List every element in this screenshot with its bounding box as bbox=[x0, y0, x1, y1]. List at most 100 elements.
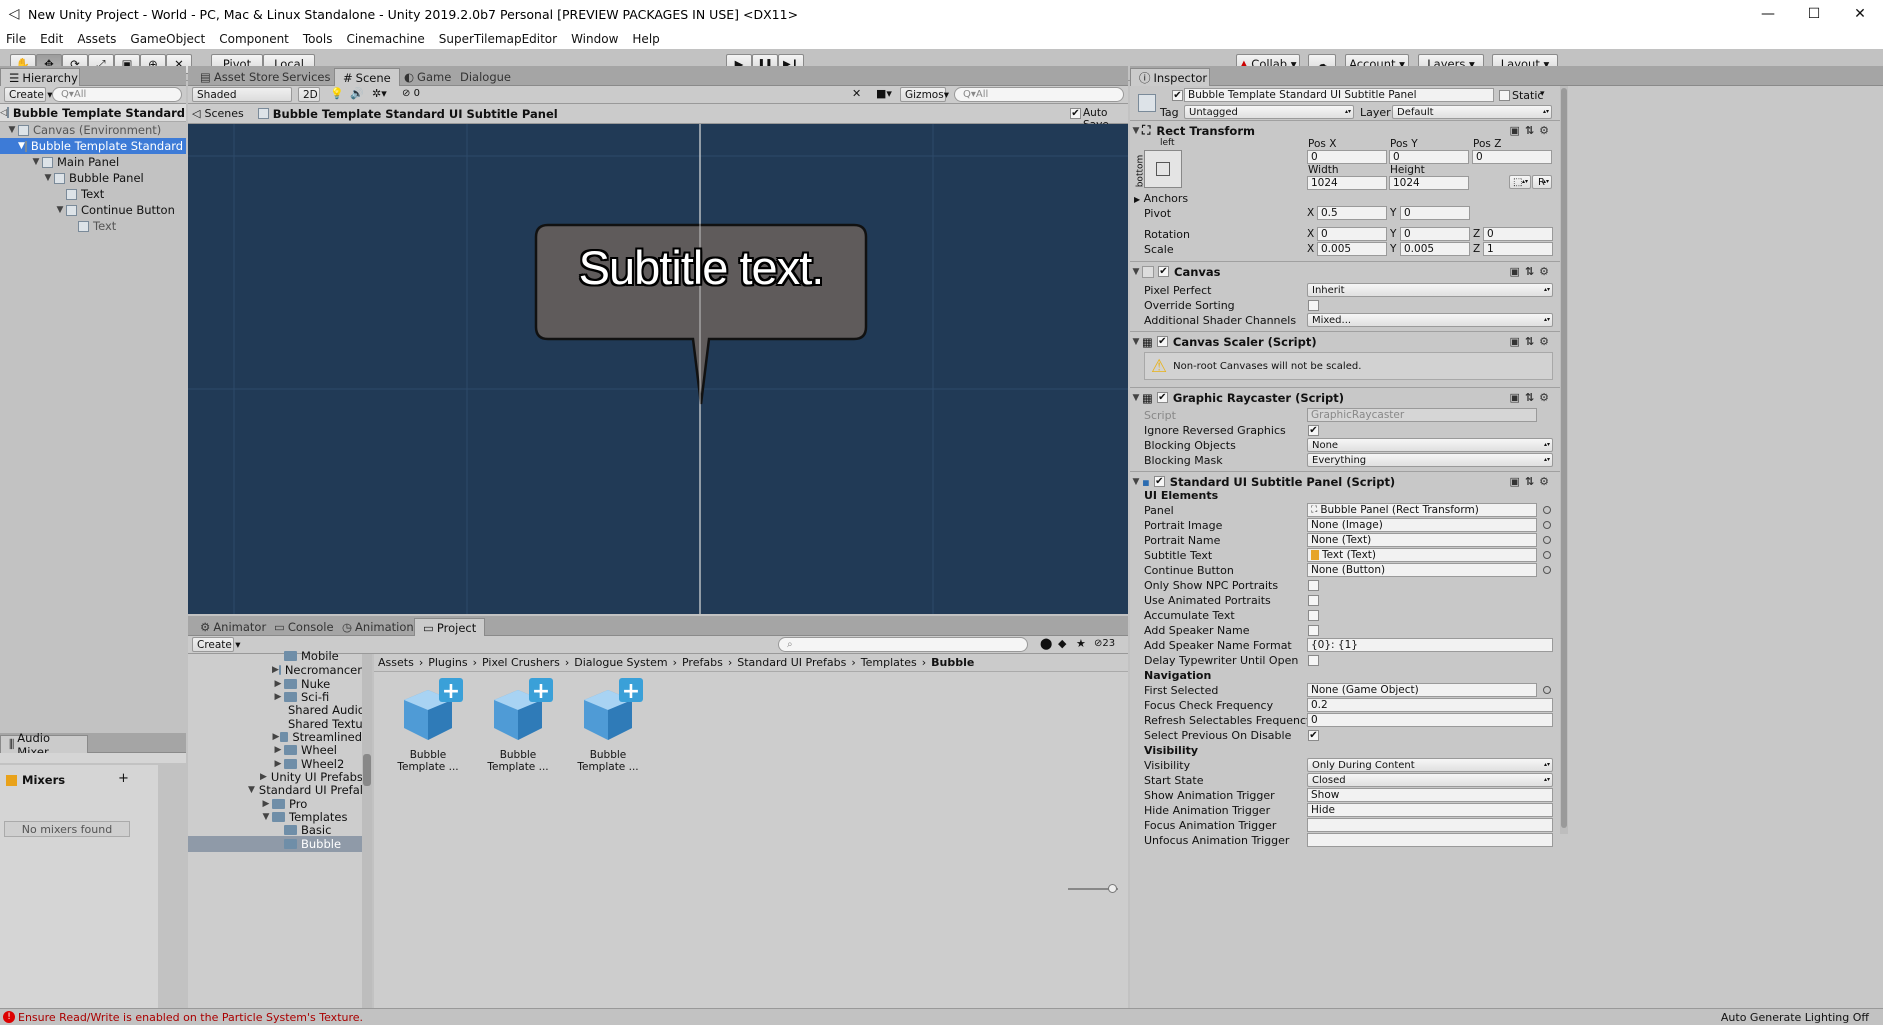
object-picker-icon[interactable] bbox=[1543, 686, 1551, 694]
scene-viewport[interactable]: Subtitle text. bbox=[188, 124, 1128, 614]
override-sorting-checkbox[interactable] bbox=[1308, 300, 1319, 311]
delay-typewriter-checkbox[interactable] bbox=[1308, 655, 1319, 666]
scale-z-field[interactable]: 1 bbox=[1483, 242, 1553, 256]
add-speaker-name-checkbox[interactable] bbox=[1308, 625, 1319, 636]
component-enabled-checkbox[interactable]: ✔ bbox=[1156, 336, 1168, 347]
object-picker-icon[interactable] bbox=[1543, 566, 1551, 574]
expand-triangle-icon[interactable]: ▼ bbox=[30, 157, 42, 167]
scene-header[interactable]: ◁ Bubble Template Standard UI bbox=[0, 104, 186, 122]
add-mixer-button[interactable]: + bbox=[118, 771, 129, 786]
component-enabled-checkbox[interactable]: ✔ bbox=[1153, 476, 1165, 487]
active-checkbox[interactable]: ✔ bbox=[1172, 90, 1183, 101]
tab-scene[interactable]: # Scene bbox=[334, 68, 400, 86]
rot-y-field[interactable]: 0 bbox=[1400, 227, 1470, 241]
start-state-dropdown[interactable]: Closed bbox=[1307, 773, 1553, 787]
menu-edit[interactable]: Edit bbox=[40, 32, 63, 46]
rot-x-field[interactable]: 0 bbox=[1317, 227, 1387, 241]
breadcrumb-segment[interactable]: Prefabs bbox=[682, 656, 723, 669]
expand-triangle-icon[interactable]: ▶ bbox=[260, 772, 267, 782]
pivot-x-field[interactable]: 0.5 bbox=[1317, 206, 1387, 220]
expand-triangle-icon[interactable]: ▶ bbox=[272, 679, 284, 689]
lighting-icon[interactable]: 💡 bbox=[330, 87, 344, 100]
menu-supertilemapeditor[interactable]: SuperTilemapEditor bbox=[439, 32, 557, 46]
tree-item-canvas-environment[interactable]: ▼ Canvas (Environment) bbox=[0, 122, 186, 138]
only-npc-portraits-checkbox[interactable] bbox=[1308, 580, 1319, 591]
expand-triangle-icon[interactable]: ▶ bbox=[272, 759, 284, 769]
tab-animator[interactable]: ⚙ Animator bbox=[192, 618, 274, 636]
static-dropdown-icon[interactable]: ▾ bbox=[1540, 89, 1545, 99]
object-picker-icon[interactable] bbox=[1543, 506, 1551, 514]
tab-audio-mixer[interactable]: ⫼ Audio Mixer bbox=[0, 733, 88, 759]
hidden-packages-counter[interactable]: ⊘23 bbox=[1094, 638, 1115, 649]
tree-item-bubble-template[interactable]: ▼ Bubble Template Standard U bbox=[0, 138, 186, 154]
height-field[interactable]: 1024 bbox=[1389, 176, 1469, 190]
component-menu-icons[interactable]: ▣⇅⚙ bbox=[1510, 265, 1554, 278]
ignore-reversed-checkbox[interactable]: ✔ bbox=[1308, 425, 1319, 436]
show-animation-trigger-field[interactable]: Show bbox=[1307, 788, 1553, 802]
breadcrumb-segment[interactable]: Plugins bbox=[428, 656, 467, 669]
project-search-input[interactable]: ⌕ bbox=[778, 637, 1028, 652]
graphic-raycaster-header[interactable]: ▼ ▦ ✔ Graphic Raycaster (Script) ▣⇅⚙ bbox=[1130, 387, 1560, 407]
expand-triangle-icon[interactable]: ▼ bbox=[54, 205, 66, 215]
blocking-objects-dropdown[interactable]: None bbox=[1307, 438, 1553, 452]
filter-label-icon[interactable]: ◆ bbox=[1058, 637, 1066, 650]
canvas-header[interactable]: ▼ ✔ Canvas ▣⇅⚙ bbox=[1130, 261, 1560, 281]
scrollbar-thumb[interactable] bbox=[363, 754, 371, 786]
tree-item-button-text[interactable]: Text bbox=[0, 218, 186, 234]
panel-field[interactable]: ⛶ Bubble Panel (Rect Transform) bbox=[1307, 503, 1537, 517]
posx-field[interactable]: 0 bbox=[1307, 150, 1387, 164]
layer-dropdown[interactable]: Default bbox=[1392, 105, 1552, 119]
component-menu-icons[interactable]: ▣⇅⚙ bbox=[1510, 475, 1554, 488]
tab-game[interactable]: ◐ Game bbox=[396, 68, 459, 86]
rect-transform-header[interactable]: ▼ ⛶ Rect Transform ▣⇅⚙ bbox=[1130, 120, 1560, 140]
object-picker-icon[interactable] bbox=[1543, 521, 1551, 529]
collapse-triangle-icon[interactable]: ▼ bbox=[1130, 393, 1142, 403]
gizmos-dropdown[interactable]: Gizmos ▾ bbox=[900, 87, 949, 102]
continue-button-field[interactable]: None (Button) bbox=[1307, 563, 1537, 577]
scale-x-field[interactable]: 0.005 bbox=[1317, 242, 1387, 256]
refresh-selectables-field[interactable]: 0 bbox=[1307, 713, 1553, 727]
favorite-star-icon[interactable]: ★ bbox=[1076, 637, 1086, 650]
hierarchy-create-dropdown[interactable]: Create ▾ bbox=[4, 87, 53, 102]
tab-hierarchy[interactable]: ☰ Hierarchy bbox=[0, 68, 80, 86]
asset-tile[interactable]: + Bubble Template ... bbox=[386, 676, 470, 773]
expand-triangle-icon[interactable]: ▶ bbox=[272, 692, 284, 702]
breadcrumb-segment[interactable]: Assets bbox=[378, 656, 414, 669]
expand-triangle-icon[interactable]: ▶ bbox=[272, 665, 279, 675]
breadcrumb-segment[interactable]: Pixel Crushers bbox=[482, 656, 560, 669]
animated-portraits-checkbox[interactable] bbox=[1308, 595, 1319, 606]
object-picker-icon[interactable] bbox=[1543, 536, 1551, 544]
canvas-scaler-header[interactable]: ▼ ▦ ✔ Canvas Scaler (Script) ▣⇅⚙ bbox=[1130, 331, 1560, 351]
focus-check-frequency-field[interactable]: 0.2 bbox=[1307, 698, 1553, 712]
inspector-scrollbar[interactable] bbox=[1560, 86, 1568, 834]
menu-help[interactable]: Help bbox=[632, 32, 659, 46]
expand-triangle-icon[interactable]: ▼ bbox=[18, 141, 25, 151]
shading-mode-dropdown[interactable]: Shaded bbox=[192, 87, 292, 102]
tree-item-continue-button[interactable]: ▼ Continue Button bbox=[0, 202, 186, 218]
pivot-y-field[interactable]: 0 bbox=[1400, 206, 1470, 220]
breadcrumb-segment[interactable]: Standard UI Prefabs bbox=[737, 656, 846, 669]
folder-item-selected[interactable]: Bubble bbox=[188, 836, 362, 852]
collapse-triangle-icon[interactable]: ▼ bbox=[1130, 126, 1142, 136]
component-menu-icons[interactable]: ▣⇅⚙ bbox=[1510, 335, 1554, 348]
hierarchy-search-input[interactable]: Q▾All bbox=[52, 87, 182, 102]
tag-dropdown[interactable]: Untagged bbox=[1184, 105, 1354, 119]
maximize-button[interactable]: ☐ bbox=[1791, 0, 1837, 28]
hide-animation-trigger-field[interactable]: Hide bbox=[1307, 803, 1553, 817]
select-previous-checkbox[interactable]: ✔ bbox=[1308, 730, 1319, 741]
tab-inspector[interactable]: ⓘ Inspector bbox=[1130, 68, 1210, 86]
folder-tree-scrollbar[interactable] bbox=[362, 654, 372, 1008]
width-field[interactable]: 1024 bbox=[1307, 176, 1387, 190]
auto-save-checkbox[interactable]: ✔ bbox=[1070, 108, 1081, 119]
menu-gameobject[interactable]: GameObject bbox=[130, 32, 205, 46]
portrait-image-field[interactable]: None (Image) bbox=[1307, 518, 1537, 532]
menu-assets[interactable]: Assets bbox=[77, 32, 116, 46]
blueprint-mode-button[interactable]: ⬚ bbox=[1509, 175, 1531, 189]
scenes-back-icon[interactable]: ◁ bbox=[192, 107, 200, 120]
breadcrumb-root[interactable]: Scenes bbox=[204, 107, 243, 120]
accumulate-text-checkbox[interactable] bbox=[1308, 610, 1319, 621]
status-message[interactable]: Ensure Read/Write is enabled on the Part… bbox=[18, 1011, 363, 1024]
posy-field[interactable]: 0 bbox=[1389, 150, 1469, 164]
tree-item-text[interactable]: Text bbox=[0, 186, 186, 202]
pixel-perfect-dropdown[interactable]: Inherit bbox=[1307, 283, 1553, 297]
